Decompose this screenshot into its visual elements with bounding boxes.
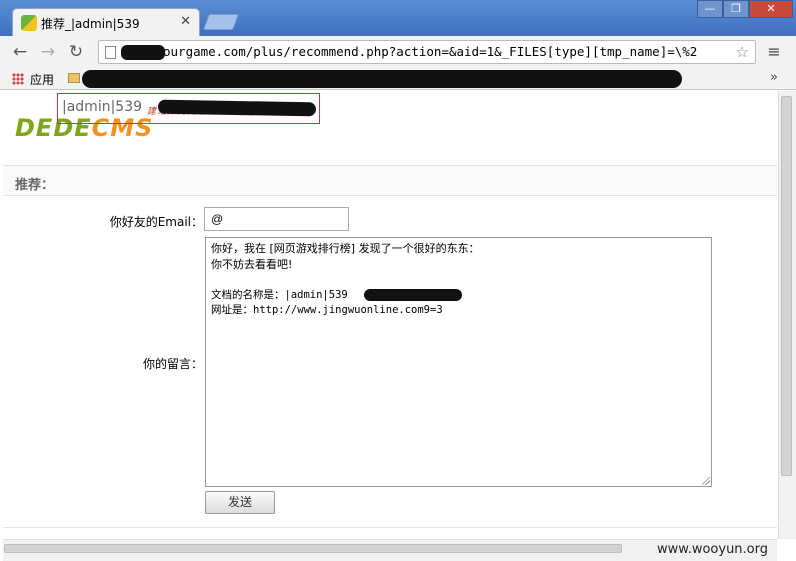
browser-tab[interactable]: 推荐_|admin|539 ✕ <box>12 8 200 36</box>
window-titlebar: 推荐_|admin|539 ✕ — ❐ ✕ <box>0 0 796 36</box>
minimize-button[interactable]: — <box>697 0 723 18</box>
horizontal-scroll-thumb[interactable] <box>4 544 622 553</box>
message-line <box>211 272 706 288</box>
bookmarks-overflow-icon[interactable]: » <box>770 70 778 85</box>
browser-toolbar: ← → ↻ ourgame.com/plus/recommend.php?act… <box>0 36 796 68</box>
forward-arrow-icon[interactable]: → <box>38 42 58 62</box>
footer-divider <box>3 527 777 528</box>
message-label: 你的留言： <box>142 357 203 371</box>
url-text[interactable]: ourgame.com/plus/recommend.php?action=&a… <box>123 44 729 59</box>
vertical-scroll-thumb[interactable] <box>781 96 792 476</box>
watermark: www.wooyun.org <box>657 542 769 557</box>
bookmark-star-icon[interactable]: ☆ <box>736 43 749 61</box>
address-bar[interactable]: ourgame.com/plus/recommend.php?action=&a… <box>98 40 756 64</box>
bookmarks-bar: 应用 » <box>0 68 796 90</box>
title-redaction <box>157 99 317 117</box>
back-arrow-icon[interactable]: ← <box>10 42 30 62</box>
recommend-title-box: |admin|539 <box>57 93 320 124</box>
bookmark-folder-icon[interactable] <box>68 73 80 83</box>
close-window-button[interactable]: ✕ <box>749 0 793 18</box>
page-viewport: 建站如此简单 DEDECMS 推荐： |admin|539 你好友的Email：… <box>3 91 777 539</box>
bookmarks-redaction <box>82 70 682 88</box>
tab-title: 推荐_|admin|539 <box>41 17 140 31</box>
friend-email-input[interactable] <box>204 207 349 231</box>
message-redaction <box>364 289 462 301</box>
email-label: 你好友的Email： <box>109 215 203 229</box>
new-tab-button[interactable] <box>203 14 239 30</box>
reload-icon[interactable]: ↻ <box>66 42 86 62</box>
recommend-label: 推荐： <box>15 178 55 193</box>
maximize-button[interactable]: ❐ <box>723 0 749 18</box>
resize-grip-icon[interactable] <box>702 477 710 485</box>
message-line: 你不妨去看看吧! <box>211 257 293 271</box>
recommend-title: |admin|539 <box>62 99 143 115</box>
tab-close-icon[interactable]: ✕ <box>180 14 191 29</box>
apps-label[interactable]: 应用 <box>30 71 54 88</box>
send-button[interactable]: 发送 <box>205 491 275 514</box>
message-line: 你好，我在 [网页游戏排行榜] 发现了一个很好的东东： <box>211 242 480 255</box>
message-textarea[interactable]: 你好，我在 [网页游戏排行榜] 发现了一个很好的东东： 你不妨去看看吧! 文档的… <box>205 237 712 487</box>
page-icon <box>105 46 116 59</box>
apps-grid-icon[interactable] <box>12 73 24 85</box>
message-line: 网址是：http://www.jingwuonline.com9=3 <box>211 304 443 316</box>
url-redaction <box>121 45 165 60</box>
menu-icon[interactable]: ≡ <box>764 42 784 62</box>
recommend-bar: 推荐： <box>3 165 777 196</box>
site-favicon-icon <box>21 15 37 31</box>
